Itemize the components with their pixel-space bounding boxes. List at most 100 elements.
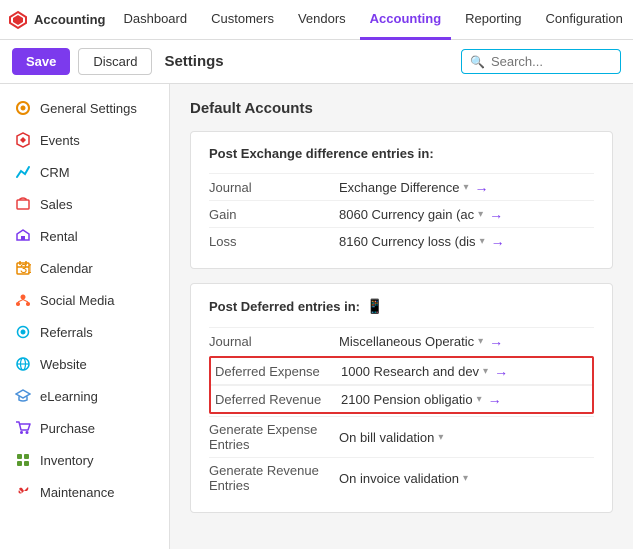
generate-expense-value: On bill validation ▾ <box>339 430 594 445</box>
sidebar-item-referrals[interactable]: Referrals <box>0 316 169 348</box>
sidebar-label: Events <box>40 133 80 148</box>
nav-vendors[interactable]: Vendors <box>288 0 356 40</box>
deferred-subtitle: Post Deferred entries in: 📱 <box>209 298 594 315</box>
top-nav: Accounting Dashboard Customers Vendors A… <box>0 0 633 40</box>
exchange-journal-value: Exchange Difference ▾ → <box>339 179 594 195</box>
dropdown-caret-icon: ▾ <box>478 209 483 220</box>
sidebar-item-inventory[interactable]: Inventory <box>0 444 169 476</box>
deferred-journal-row: Journal Miscellaneous Operatic ▾ → <box>209 327 594 354</box>
exchange-gain-dropdown[interactable]: 8060 Currency gain (ac ▾ <box>339 207 483 222</box>
highlighted-section: Deferred Expense 1000 Research and dev ▾… <box>209 356 594 414</box>
toolbar: Save Discard Settings 🔍 <box>0 40 633 84</box>
sidebar-label: Inventory <box>40 453 93 468</box>
deferred-journal-dropdown[interactable]: Miscellaneous Operatic ▾ <box>339 334 483 349</box>
sidebar: General Settings Events CRM Sales Rental <box>0 84 170 549</box>
inventory-icon <box>14 451 32 469</box>
logo-icon <box>8 10 28 30</box>
generate-revenue-value: On invoice validation ▾ <box>339 471 594 486</box>
deferred-expense-row: Deferred Expense 1000 Research and dev ▾… <box>211 358 592 385</box>
deferred-revenue-row: Deferred Revenue 2100 Pension obligatio … <box>211 385 592 412</box>
generate-revenue-row: Generate Revenue Entries On invoice vali… <box>209 457 594 498</box>
sidebar-label: General Settings <box>40 101 137 116</box>
discard-button[interactable]: Discard <box>78 48 152 75</box>
nav-configuration[interactable]: Configuration <box>536 0 633 40</box>
website-icon <box>14 355 32 373</box>
sidebar-item-crm[interactable]: CRM <box>0 156 169 188</box>
sidebar-item-purchase[interactable]: Purchase <box>0 412 169 444</box>
phone-icon: 📱 <box>366 298 383 315</box>
dropdown-caret-icon: ▾ <box>463 473 468 484</box>
svg-text:31: 31 <box>20 261 31 276</box>
deferred-revenue-value: 2100 Pension obligatio ▾ → <box>341 391 592 407</box>
save-button[interactable]: Save <box>12 48 70 75</box>
exchange-journal-arrow[interactable]: → <box>474 179 488 195</box>
nav-customers[interactable]: Customers <box>201 0 284 40</box>
sidebar-label: Referrals <box>40 325 93 340</box>
sidebar-item-calendar[interactable]: 31 Calendar <box>0 252 169 284</box>
referrals-icon <box>14 323 32 341</box>
deferred-card: Post Deferred entries in: 📱 Journal Misc… <box>190 283 613 513</box>
generate-revenue-dropdown[interactable]: On invoice validation ▾ <box>339 471 468 486</box>
nav-accounting[interactable]: Accounting <box>360 0 452 40</box>
exchange-difference-card: Post Exchange difference entries in: Jou… <box>190 131 613 269</box>
nav-dashboard[interactable]: Dashboard <box>114 0 198 40</box>
exchange-gain-row: Gain 8060 Currency gain (ac ▾ → <box>209 200 594 227</box>
sidebar-item-rental[interactable]: Rental <box>0 220 169 252</box>
generate-revenue-label: Generate Revenue Entries <box>209 463 339 493</box>
sidebar-label: Sales <box>40 197 73 212</box>
calendar-icon: 31 <box>14 259 32 277</box>
dropdown-caret-icon: ▾ <box>438 432 443 443</box>
sales-icon <box>14 195 32 213</box>
sidebar-label: eLearning <box>40 389 98 404</box>
social-media-icon <box>14 291 32 309</box>
generate-expense-dropdown[interactable]: On bill validation ▾ <box>339 430 443 445</box>
dropdown-caret-icon: ▾ <box>483 366 488 377</box>
nav-reporting[interactable]: Reporting <box>455 0 531 40</box>
logo-text: Accounting <box>34 12 106 27</box>
rental-icon <box>14 227 32 245</box>
elearning-icon <box>14 387 32 405</box>
dropdown-caret-icon: ▾ <box>463 182 468 193</box>
deferred-expense-value: 1000 Research and dev ▾ → <box>341 363 592 379</box>
exchange-journal-label: Journal <box>209 180 339 195</box>
deferred-expense-arrow[interactable]: → <box>494 363 508 379</box>
sidebar-label: Purchase <box>40 421 95 436</box>
sidebar-item-events[interactable]: Events <box>0 124 169 156</box>
deferred-revenue-label: Deferred Revenue <box>211 392 341 407</box>
deferred-expense-dropdown[interactable]: 1000 Research and dev ▾ <box>341 364 488 379</box>
sidebar-item-social-media[interactable]: Social Media <box>0 284 169 316</box>
dropdown-caret-icon: ▾ <box>478 336 483 347</box>
exchange-loss-label: Loss <box>209 234 339 249</box>
page-title: Settings <box>164 53 223 70</box>
generate-expense-row: Generate Expense Entries On bill validat… <box>209 416 594 457</box>
general-settings-icon <box>14 99 32 117</box>
sidebar-item-elearning[interactable]: eLearning <box>0 380 169 412</box>
exchange-journal-dropdown[interactable]: Exchange Difference ▾ <box>339 180 468 195</box>
sidebar-label: Maintenance <box>40 485 114 500</box>
generate-expense-label: Generate Expense Entries <box>209 422 339 452</box>
sidebar-label: CRM <box>40 165 70 180</box>
search-input[interactable] <box>491 54 611 69</box>
events-icon <box>14 131 32 149</box>
sidebar-label: Social Media <box>40 293 114 308</box>
maintenance-icon <box>14 483 32 501</box>
sidebar-item-general-settings[interactable]: General Settings <box>0 92 169 124</box>
sidebar-label: Website <box>40 357 87 372</box>
sidebar-label: Calendar <box>40 261 93 276</box>
sidebar-item-website[interactable]: Website <box>0 348 169 380</box>
deferred-journal-label: Journal <box>209 334 339 349</box>
deferred-revenue-dropdown[interactable]: 2100 Pension obligatio ▾ <box>341 392 482 407</box>
exchange-gain-arrow[interactable]: → <box>489 206 503 222</box>
content-area: Default Accounts Post Exchange differenc… <box>170 84 633 549</box>
sidebar-label: Rental <box>40 229 78 244</box>
sidebar-item-maintenance[interactable]: Maintenance <box>0 476 169 508</box>
crm-icon <box>14 163 32 181</box>
exchange-loss-arrow[interactable]: → <box>491 233 505 249</box>
exchange-loss-value: 8160 Currency loss (dis ▾ → <box>339 233 594 249</box>
deferred-journal-arrow[interactable]: → <box>489 333 503 349</box>
deferred-revenue-arrow[interactable]: → <box>488 391 502 407</box>
exchange-loss-dropdown[interactable]: 8160 Currency loss (dis ▾ <box>339 234 485 249</box>
sidebar-item-sales[interactable]: Sales <box>0 188 169 220</box>
exchange-subtitle: Post Exchange difference entries in: <box>209 146 594 161</box>
main-layout: General Settings Events CRM Sales Rental <box>0 84 633 549</box>
